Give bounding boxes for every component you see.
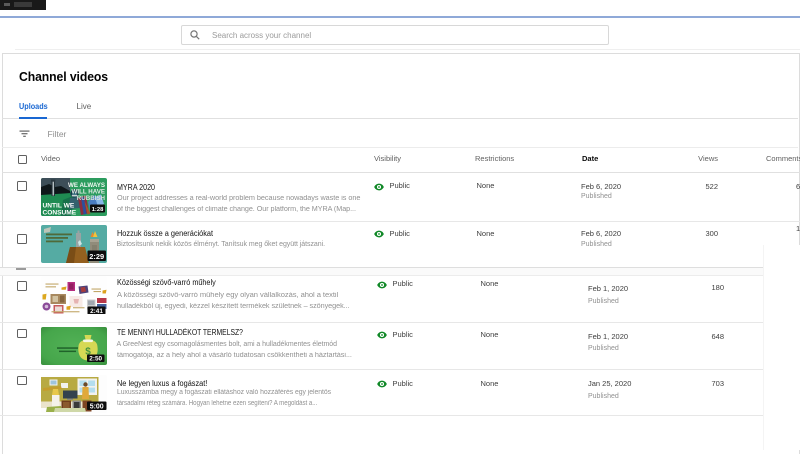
svg-text:2:41: 2:41 <box>90 308 103 314</box>
svg-text:RUBBISH: RUBBISH <box>77 195 106 202</box>
svg-text:CONSUME: CONSUME <box>43 210 77 217</box>
svg-text:2:50: 2:50 <box>89 356 102 363</box>
svg-text:2:29: 2:29 <box>89 252 104 261</box>
svg-text:5:00: 5:00 <box>90 404 104 411</box>
svg-text:1:28: 1:28 <box>92 207 104 213</box>
svg-text:UNTIL WE: UNTIL WE <box>43 203 75 210</box>
